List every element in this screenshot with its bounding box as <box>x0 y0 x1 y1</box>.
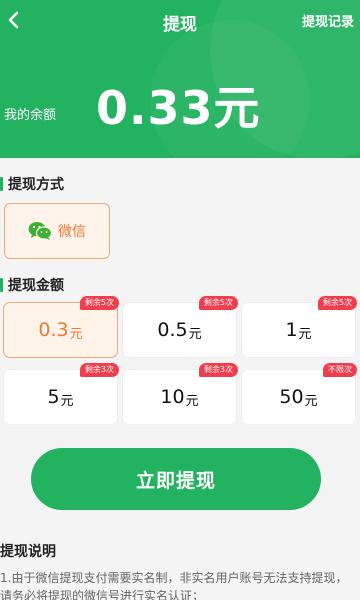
amount-unit: 元 <box>188 327 202 342</box>
amount-option-0-3[interactable]: 0.3 元 剩余5次 <box>4 296 119 357</box>
method-section-title: 提现方式 <box>0 174 64 194</box>
remaining-count-badge: 剩余5次 <box>198 296 238 310</box>
amount-option-5[interactable]: 5 元 剩余3次 <box>4 363 119 424</box>
amount-value: 0.3 <box>38 319 69 341</box>
withdraw-records-link[interactable]: 提现记录 <box>302 11 354 30</box>
amount-unit: 元 <box>185 394 199 409</box>
balance-label: 我的余额 <box>4 108 57 123</box>
notes-text: 1.由于微信提现支付需要实名制，非实名用户账号无法支持提现，请务必将提现的微信号… <box>0 571 348 600</box>
amount-option-10[interactable]: 10 元 剩余3次 <box>123 363 238 424</box>
header: 提现 提现记录 我的余额 0.33元 <box>0 0 360 158</box>
amount-value: 50 <box>279 386 304 408</box>
amount-unit: 元 <box>60 394 74 409</box>
amount-section-label: 提现金额 <box>8 278 64 294</box>
section-accent-bar <box>0 278 3 292</box>
remaining-count-badge: 剩余3次 <box>79 363 119 377</box>
amount-unit: 元 <box>304 394 318 409</box>
amount-value: 1 <box>285 319 298 341</box>
wechat-method-label: 微信 <box>58 224 86 240</box>
amount-option-1[interactable]: 1 元 剩余5次 <box>242 296 357 357</box>
notes-title: 提现说明 <box>0 544 56 560</box>
balance-amount: 0.33元 <box>96 81 261 135</box>
remaining-count-badge: 剩余5次 <box>317 296 357 310</box>
amount-option-0-5[interactable]: 0.5 元 剩余5次 <box>123 296 238 357</box>
remaining-count-badge: 剩余3次 <box>198 363 238 377</box>
section-accent-bar <box>0 177 3 191</box>
amount-value: 10 <box>160 386 185 408</box>
amount-unit: 元 <box>69 327 83 342</box>
amount-unit: 元 <box>298 327 312 342</box>
amount-value: 5 <box>47 386 60 408</box>
amount-section-title: 提现金额 <box>0 275 64 295</box>
wechat-method-option[interactable]: 微信 <box>4 203 110 259</box>
wechat-icon <box>28 222 52 240</box>
remaining-count-badge: 剩余5次 <box>79 296 119 310</box>
amount-value: 0.5 <box>157 319 188 341</box>
withdraw-now-button[interactable]: 立即提现 <box>31 448 321 510</box>
method-section-label: 提现方式 <box>8 177 64 193</box>
remaining-count-badge: 不限次 <box>323 363 357 377</box>
amount-option-50[interactable]: 50 元 不限次 <box>242 363 357 424</box>
